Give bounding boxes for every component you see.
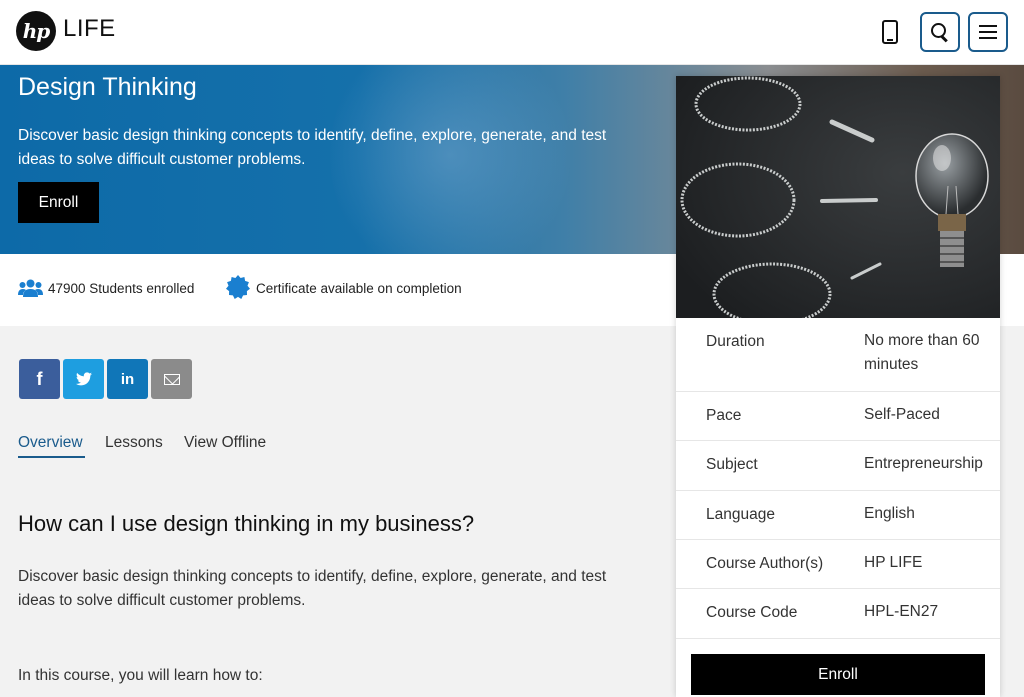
detail-label: Language xyxy=(706,506,775,523)
detail-value: HPL-EN27 xyxy=(864,603,939,620)
tab-lessons[interactable]: Lessons xyxy=(105,434,163,452)
linkedin-icon: in xyxy=(120,370,135,388)
certificate-badge-icon xyxy=(226,275,250,299)
hp-logo[interactable]: hp xyxy=(16,11,56,51)
course-summary: Discover basic design thinking concepts … xyxy=(18,127,607,168)
mail-icon xyxy=(163,373,180,385)
card-enroll-button[interactable]: Enroll xyxy=(691,654,985,695)
search-button[interactable] xyxy=(920,12,960,52)
detail-value: Self-Paced xyxy=(864,406,940,423)
share-twitter-button[interactable] xyxy=(63,359,104,399)
detail-label: Course Author(s) xyxy=(706,555,824,572)
certificate-info: Certificate available on completion xyxy=(256,281,462,296)
search-icon xyxy=(931,23,949,41)
share-linkedin-button[interactable]: in xyxy=(107,359,148,399)
course-image xyxy=(676,76,1000,318)
detail-value: HP LIFE xyxy=(864,554,923,571)
course-title: Design Thinking xyxy=(18,73,197,101)
tab-view-offline[interactable]: View Offline xyxy=(184,434,266,452)
learning-intro: In this course, you will learn how to: xyxy=(18,667,263,684)
site-header: hp LIFE xyxy=(0,0,1024,65)
detail-row-course-code: Course Code HPL-EN27 xyxy=(676,589,1000,639)
detail-value: English xyxy=(864,505,915,522)
course-details-card: Duration No more than 60 minutes Pace Se… xyxy=(676,76,1000,697)
students-enrolled: 47900 Students enrolled xyxy=(48,281,195,296)
overview-description: Discover basic design thinking concepts … xyxy=(18,568,607,609)
menu-button[interactable] xyxy=(968,12,1008,52)
detail-value: No more than 60 minutes xyxy=(864,332,980,373)
active-tab-indicator xyxy=(18,456,85,458)
share-facebook-button[interactable]: f xyxy=(19,359,60,399)
detail-row-language: Language English xyxy=(676,491,1000,540)
students-icon xyxy=(18,279,43,297)
phone-icon[interactable] xyxy=(882,20,898,44)
enroll-button[interactable]: Enroll xyxy=(18,182,99,223)
detail-label: Subject xyxy=(706,456,758,473)
detail-label: Course Code xyxy=(706,604,798,621)
menu-icon xyxy=(979,25,997,39)
detail-row-pace: Pace Self-Paced xyxy=(676,392,1000,441)
facebook-icon: f xyxy=(36,368,43,389)
detail-label: Duration xyxy=(706,333,765,350)
detail-row-subject: Subject Entrepreneurship xyxy=(676,441,1000,491)
share-email-button[interactable] xyxy=(151,359,192,399)
detail-value: Entrepreneurship xyxy=(864,455,983,472)
twitter-icon xyxy=(75,372,92,386)
tab-overview[interactable]: Overview xyxy=(18,434,83,452)
overview-heading: How can I use design thinking in my busi… xyxy=(18,511,475,536)
detail-row-duration: Duration No more than 60 minutes xyxy=(676,318,1000,392)
detail-label: Pace xyxy=(706,407,742,424)
brand-text[interactable]: LIFE xyxy=(63,15,116,43)
detail-row-author: Course Author(s) HP LIFE xyxy=(676,540,1000,589)
